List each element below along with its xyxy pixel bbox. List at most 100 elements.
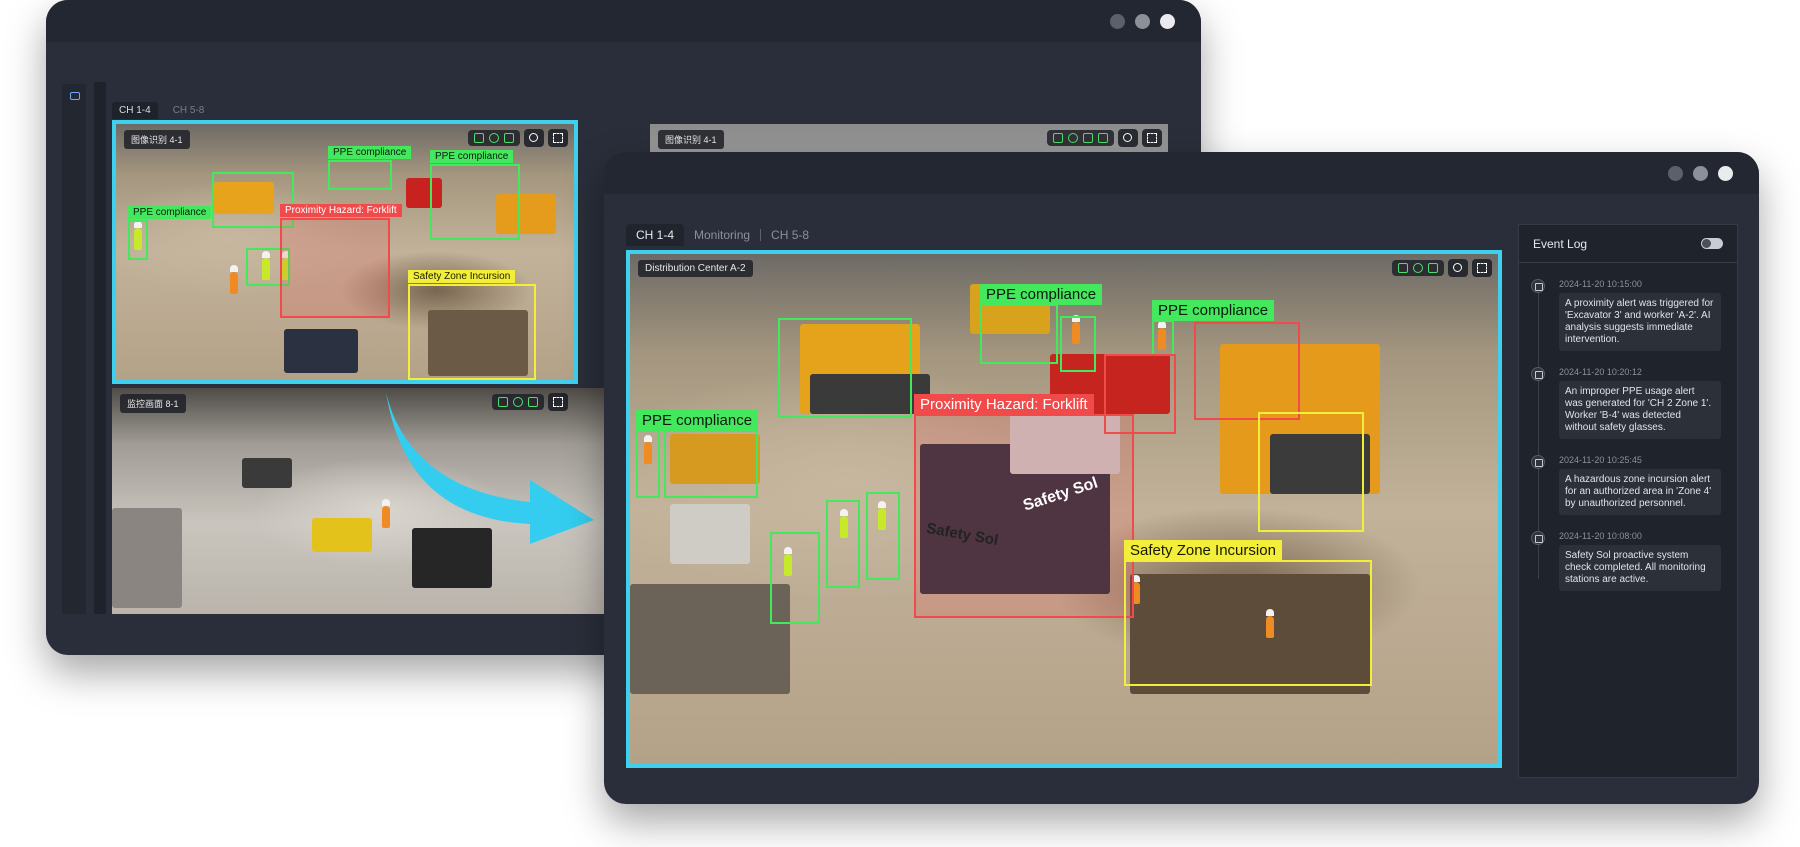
forklift — [312, 518, 372, 552]
tab-monitoring[interactable]: Monitoring — [684, 224, 760, 246]
side-nav — [62, 84, 86, 614]
hazard-tag: Proximity Hazard: Forklift — [280, 204, 402, 217]
event-time: 2024-11-20 10:20:12 — [1559, 367, 1642, 377]
event-text: An improper PPE usage alert was generate… — [1559, 381, 1721, 439]
alert-icon — [1531, 279, 1545, 293]
fullscreen-icon[interactable] — [1142, 129, 1162, 147]
truck — [284, 329, 358, 373]
event-log-toggle[interactable] — [1701, 238, 1723, 249]
event-item[interactable]: 2024-11-20 10:20:12 An improper PPE usag… — [1519, 367, 1737, 439]
target-icon[interactable] — [1448, 259, 1468, 277]
detection-box: PPE compliance — [636, 410, 759, 498]
system-check-icon — [1531, 531, 1545, 545]
zone-tag: Safety Zone Incursion — [1124, 540, 1282, 561]
detect-icon[interactable] — [1398, 263, 1408, 273]
feed-toolbar — [1047, 129, 1162, 147]
feed-toolbar — [468, 129, 568, 147]
event-text: A proximity alert was triggered for 'Exc… — [1559, 293, 1721, 351]
tab-ch-5-8[interactable]: CH 5-8 — [761, 224, 819, 246]
feed-label: Distribution Center A-2 — [638, 260, 753, 277]
camera-feed-1[interactable]: 图像识别 4-1 PPE compliance PPE compliance P… — [112, 120, 578, 384]
feed-label: 图像识别 4-1 — [658, 130, 724, 149]
detect-icon[interactable] — [1053, 133, 1063, 143]
front-tab-bar: CH 1-4 Monitoring CH 5-8 — [626, 224, 819, 246]
main-camera-feed[interactable]: Distribution Center A-2 PPE compliance P… — [626, 250, 1502, 768]
detection-box — [826, 500, 860, 588]
zone-icon[interactable] — [1428, 263, 1438, 273]
maximize-control[interactable] — [1135, 14, 1150, 29]
detection-box: PPE compliance — [128, 206, 212, 260]
close-control[interactable] — [1160, 14, 1175, 29]
zone-box — [1258, 412, 1364, 532]
detection-box — [1060, 316, 1096, 372]
window-controls — [1668, 166, 1733, 181]
zone-icon[interactable] — [1083, 133, 1093, 143]
event-time: 2024-11-20 10:15:00 — [1559, 279, 1642, 289]
detection-box — [866, 492, 900, 580]
zone-icon[interactable] — [504, 133, 514, 143]
person-icon[interactable] — [489, 133, 499, 143]
tab-ch-1-4[interactable]: CH 1-4 — [626, 224, 685, 246]
target-icon[interactable] — [1118, 129, 1138, 147]
zone-box: Safety Zone Incursion — [408, 270, 536, 380]
event-time: 2024-11-20 10:25:45 — [1559, 455, 1642, 465]
event-text: A hazardous zone incursion alert for an … — [1559, 469, 1721, 515]
window-titlebar — [46, 0, 1201, 42]
front-monitor-window: CH 1-4 Monitoring CH 5-8 Distribution Ce… — [604, 152, 1759, 804]
detection-tools — [1392, 260, 1444, 276]
detection-tools — [468, 130, 520, 146]
ppe-tag: PPE compliance — [328, 146, 412, 159]
window-titlebar — [604, 152, 1759, 194]
left-panel — [94, 82, 106, 614]
tab-ch-5-8[interactable]: CH 5-8 — [166, 102, 212, 119]
feed-label: 图像识别 4-1 — [124, 130, 190, 149]
feed-toolbar — [1392, 259, 1492, 277]
ppe-alert-icon — [1531, 367, 1545, 381]
event-log-header: Event Log — [1519, 225, 1737, 263]
event-list: 2024-11-20 10:15:00 A proximity alert wa… — [1519, 279, 1737, 607]
detection-box: PPE compliance — [1152, 300, 1275, 356]
minimize-control[interactable] — [1110, 14, 1125, 29]
event-item[interactable]: 2024-11-20 10:08:00 Safety Sol proactive… — [1519, 531, 1737, 591]
detection-box: PPE compliance — [430, 150, 520, 240]
vehicle-icon[interactable] — [1098, 133, 1108, 143]
hazard-box — [1194, 322, 1300, 420]
minimize-control[interactable] — [1668, 166, 1683, 181]
detection-box: PPE compliance — [328, 146, 412, 190]
hazard-box: Proximity Hazard: Forklift — [280, 204, 402, 318]
ppe-tag: PPE compliance — [980, 284, 1103, 305]
monitor-icon[interactable] — [70, 92, 80, 100]
zone-alert-icon — [1531, 455, 1545, 469]
fullscreen-icon[interactable] — [1472, 259, 1492, 277]
detection-tools — [1047, 130, 1114, 146]
close-control[interactable] — [1718, 166, 1733, 181]
detect-icon[interactable] — [474, 133, 484, 143]
detection-box — [778, 318, 912, 418]
zone-box: Safety Zone Incursion — [1124, 540, 1372, 686]
ppe-tag: PPE compliance — [636, 410, 759, 431]
person-icon[interactable] — [1068, 133, 1078, 143]
transition-arrow-icon — [386, 392, 594, 544]
maximize-control[interactable] — [1693, 166, 1708, 181]
person-icon[interactable] — [1413, 263, 1423, 273]
feed-label: 监控画面 8-1 — [120, 394, 186, 413]
zone-tag: Safety Zone Incursion — [408, 270, 516, 283]
back-tab-bar: CH 1-4 CH 5-8 — [112, 102, 211, 119]
pallets — [670, 504, 750, 564]
tab-ch-1-4[interactable]: CH 1-4 — [112, 102, 158, 119]
ppe-tag: PPE compliance — [430, 150, 514, 163]
shelving — [112, 508, 182, 608]
rebar-pile — [630, 584, 790, 694]
worker — [230, 265, 238, 294]
hazard-box: Proximity Hazard: Forklift — [914, 394, 1134, 618]
event-item[interactable]: 2024-11-20 10:15:00 A proximity alert wa… — [1519, 279, 1737, 351]
window-controls — [1110, 14, 1175, 29]
fullscreen-icon[interactable] — [548, 129, 568, 147]
detection-box — [770, 532, 820, 624]
target-icon[interactable] — [524, 129, 544, 147]
event-log-panel: Event Log 2024-11-20 10:15:00 A proximit… — [1518, 224, 1738, 778]
event-item[interactable]: 2024-11-20 10:25:45 A hazardous zone inc… — [1519, 455, 1737, 515]
event-time: 2024-11-20 10:08:00 — [1559, 531, 1642, 541]
hazard-tag: Proximity Hazard: Forklift — [914, 394, 1094, 415]
ppe-tag: PPE compliance — [1152, 300, 1275, 321]
